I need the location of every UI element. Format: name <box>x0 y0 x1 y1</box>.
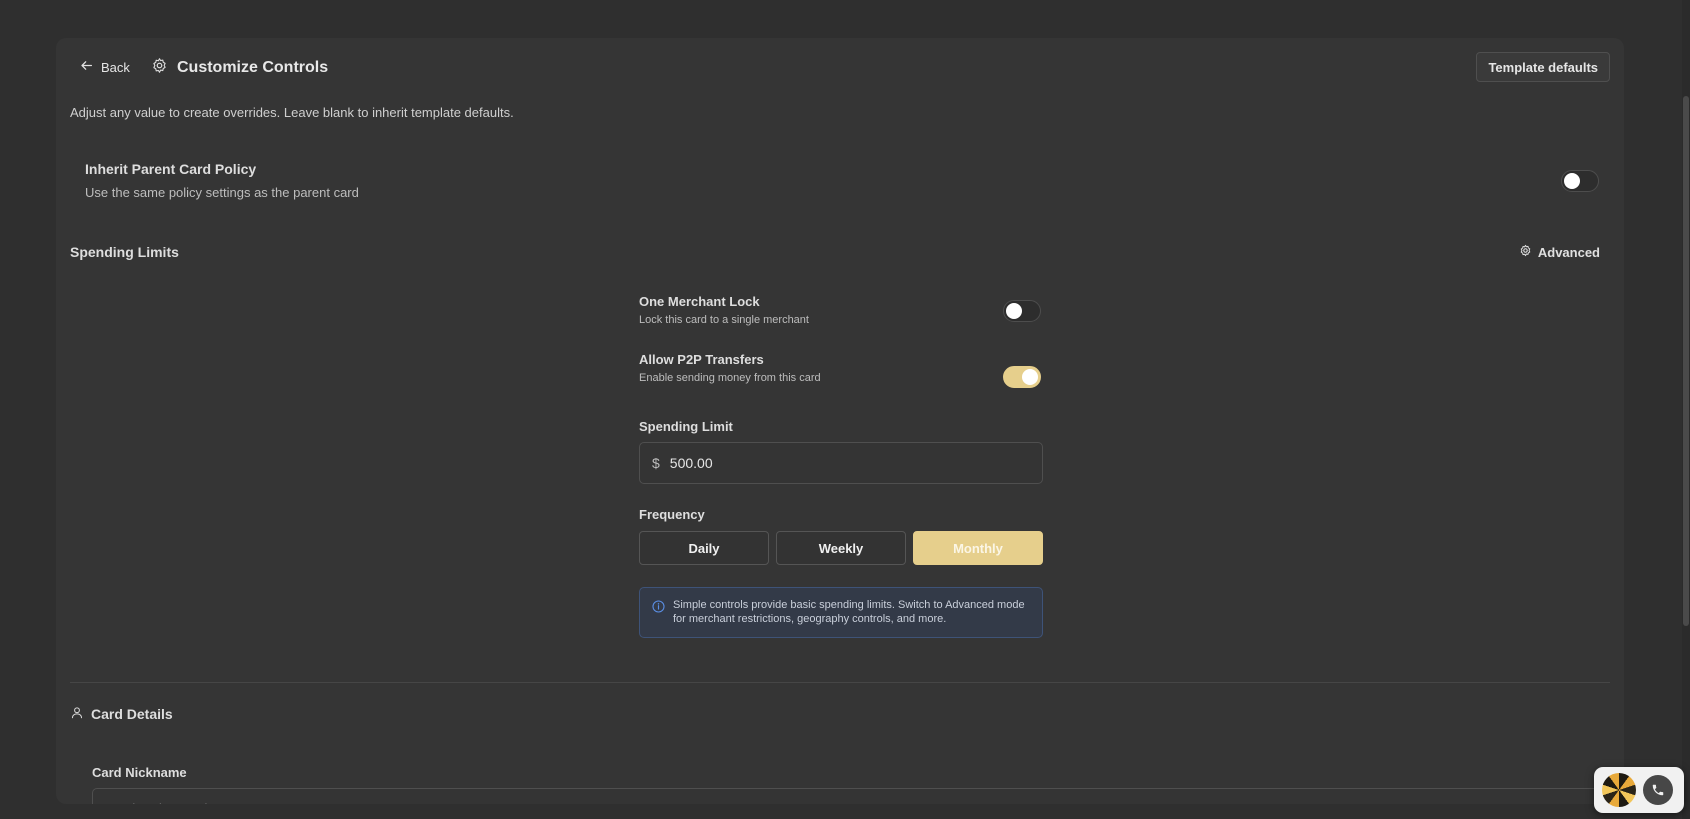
allow-p2p-title: Allow P2P Transfers <box>639 352 764 367</box>
inherit-policy-title: Inherit Parent Card Policy <box>85 161 257 177</box>
currency-symbol: $ <box>652 455 660 471</box>
card-details-title: Card Details <box>91 706 173 722</box>
toggle-knob <box>1564 173 1580 189</box>
one-merchant-lock-row: One Merchant Lock Lock this card to a si… <box>639 294 1043 326</box>
card-details-header: Card Details <box>71 706 173 722</box>
section-divider <box>70 682 1610 683</box>
info-circle-icon <box>652 598 665 637</box>
allow-p2p-description: Enable sending money from this card <box>639 372 821 384</box>
allow-p2p-row: Allow P2P Transfers Enable sending money… <box>639 352 1043 384</box>
gear-icon <box>151 57 168 79</box>
spending-limit-label: Spending Limit <box>639 419 733 434</box>
spending-limit-value: 500.00 <box>669 455 713 471</box>
page-scrollbar[interactable] <box>1682 0 1690 819</box>
spending-limits-title: Spending Limits <box>70 244 179 260</box>
gear-icon <box>1519 244 1532 260</box>
back-button[interactable]: Back <box>80 59 130 75</box>
one-merchant-lock-toggle[interactable] <box>1003 300 1041 322</box>
info-callout: Simple controls provide basic spending l… <box>639 587 1043 638</box>
frequency-daily-button[interactable]: Daily <box>639 531 769 565</box>
toggle-knob <box>1022 369 1038 385</box>
template-defaults-button[interactable]: Template defaults <box>1476 52 1610 82</box>
avatar[interactable] <box>1602 773 1636 807</box>
customize-controls-panel: Back Customize Controls Template default… <box>56 38 1624 804</box>
phone-icon[interactable] <box>1643 775 1673 805</box>
allow-p2p-toggle[interactable] <box>1003 366 1041 388</box>
advanced-button[interactable]: Advanced <box>1519 244 1600 260</box>
inherit-policy-description: Use the same policy settings as the pare… <box>85 185 359 200</box>
scrollbar-thumb[interactable] <box>1683 96 1689 626</box>
frequency-weekly-button[interactable]: Weekly <box>776 531 906 565</box>
user-icon <box>71 706 83 722</box>
spending-limit-input[interactable]: $ 500.00 <box>639 442 1043 484</box>
back-label: Back <box>101 59 130 75</box>
toggle-knob <box>1006 303 1022 319</box>
one-merchant-lock-description: Lock this card to a single merchant <box>639 314 809 326</box>
page-subtitle: Adjust any value to create overrides. Le… <box>70 105 514 120</box>
page-title-group: Customize Controls <box>151 57 328 79</box>
page-title: Customize Controls <box>177 59 329 76</box>
frequency-label: Frequency <box>639 507 705 522</box>
frequency-monthly-button[interactable]: Monthly <box>913 531 1043 565</box>
info-text: Simple controls provide basic spending l… <box>673 599 1025 625</box>
card-nickname-input[interactable]: Card - Ads Travel Expenses <box>92 788 1602 804</box>
arrow-left-icon <box>80 59 93 75</box>
inherit-policy-toggle[interactable] <box>1561 170 1599 192</box>
call-widget[interactable] <box>1594 767 1684 813</box>
card-nickname-label: Card Nickname <box>92 765 187 780</box>
advanced-label: Advanced <box>1537 244 1600 260</box>
one-merchant-lock-title: One Merchant Lock <box>639 294 760 309</box>
